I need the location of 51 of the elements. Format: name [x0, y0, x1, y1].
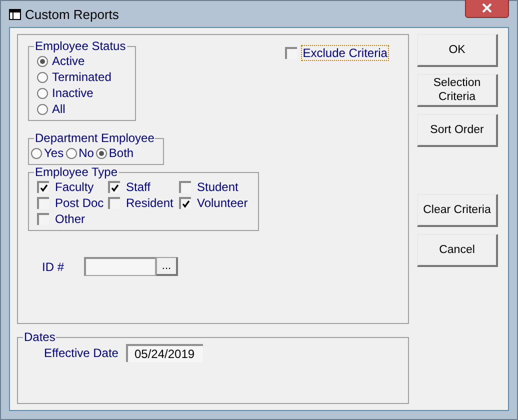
radio-label[interactable]: Terminated: [52, 70, 112, 84]
checkbox[interactable]: [284, 47, 297, 59]
group-title: Employee Type: [34, 165, 118, 179]
radio-button[interactable]: [66, 148, 77, 158]
radio-button[interactable]: [37, 72, 48, 82]
group-title: Dates: [23, 330, 56, 344]
checkbox[interactable]: [108, 197, 120, 209]
date-field[interactable]: 05/24/2019: [126, 344, 203, 362]
radio-label[interactable]: Yes: [44, 146, 64, 160]
checkbox[interactable]: [37, 181, 49, 193]
close-button[interactable]: [465, 0, 509, 18]
checkbox[interactable]: [37, 213, 49, 225]
checkbox-label[interactable]: Post Doc: [55, 196, 104, 210]
group-title: Employee Status: [34, 39, 127, 53]
action-button[interactable]: Selection Criteria: [417, 74, 498, 107]
check-icon: [111, 184, 119, 192]
checkbox-label[interactable]: Resident: [126, 196, 174, 210]
checkbox[interactable]: [179, 181, 191, 193]
checkbox[interactable]: [37, 197, 49, 209]
checkbox[interactable]: [179, 197, 191, 209]
checkbox[interactable]: [108, 181, 120, 193]
browse-button[interactable]: ...: [156, 257, 178, 276]
radio-button[interactable]: [37, 104, 48, 114]
close-icon: [482, 3, 492, 13]
field-label: Effective Date: [44, 346, 118, 360]
check-icon: [182, 200, 190, 208]
checkbox-label[interactable]: Faculty: [55, 180, 94, 194]
action-button[interactable]: Sort Order: [417, 114, 498, 147]
field-label: ID #: [42, 260, 64, 274]
radio-label[interactable]: Both: [108, 146, 134, 160]
radio-label[interactable]: Active: [52, 54, 85, 68]
radio-button[interactable]: [96, 148, 107, 158]
checkbox-label[interactable]: Exclude Criteria: [300, 45, 390, 61]
id-input-field[interactable]: [84, 257, 156, 276]
radio-button[interactable]: [37, 56, 48, 66]
radio-label[interactable]: All: [52, 102, 66, 116]
action-button[interactable]: Cancel: [417, 234, 498, 267]
window-icon: [9, 8, 21, 20]
radio-label[interactable]: Inactive: [52, 86, 94, 100]
checkbox-label[interactable]: Other: [55, 212, 86, 226]
radio-label[interactable]: No: [78, 146, 94, 160]
radio-button[interactable]: [37, 88, 48, 98]
group-title: Department Employee: [34, 131, 156, 145]
check-icon: [40, 184, 48, 192]
action-button[interactable]: OK: [417, 34, 498, 67]
checkbox-label[interactable]: Staff: [126, 180, 150, 194]
checkbox-label[interactable]: Volunteer: [197, 196, 248, 210]
radio-button[interactable]: [31, 148, 42, 158]
checkbox-label[interactable]: Student: [197, 180, 238, 194]
window-title: Custom Reports: [25, 6, 119, 22]
action-button[interactable]: Clear Criteria: [417, 194, 498, 227]
